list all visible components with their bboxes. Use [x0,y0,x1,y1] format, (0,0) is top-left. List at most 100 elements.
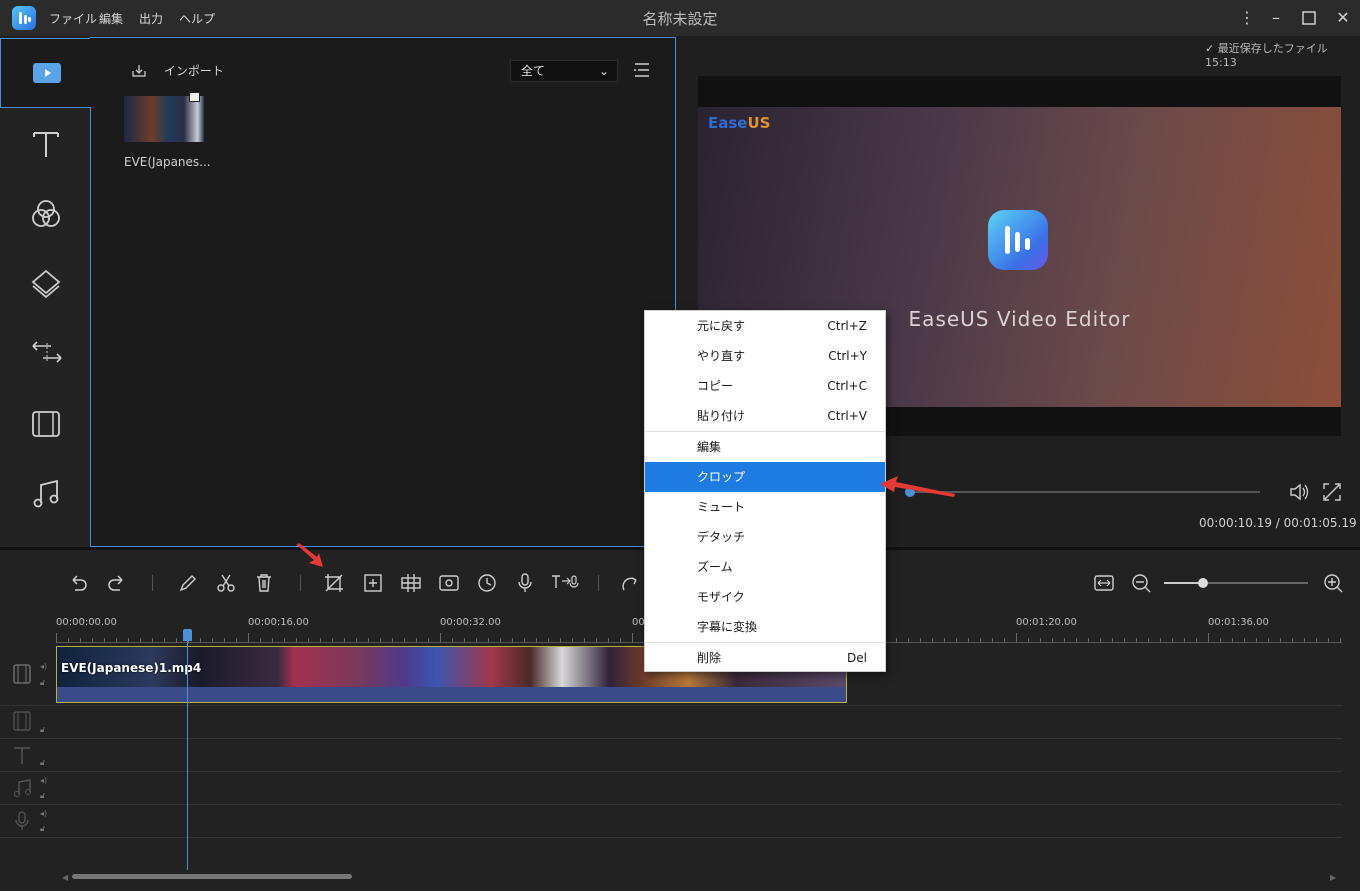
watermark-main: Ease [708,114,748,132]
sidebar-tab-text[interactable] [0,108,91,178]
ruler-tick-label: 00:00:00.00 [56,617,117,628]
ctx-redo[interactable]: やり直す Ctrl+Y [645,341,885,371]
ctx-label: デタッチ [697,530,746,544]
ctx-shortcut: Ctrl+V [827,409,867,423]
panel-border [90,107,91,547]
ctx-paste[interactable]: 貼り付け Ctrl+V [645,401,885,431]
film-icon [32,411,60,437]
import-button[interactable]: インポート [130,62,224,82]
playback-progress[interactable] [910,491,1260,493]
edit-pencil-icon[interactable] [177,572,199,594]
media-filter-select[interactable]: 全て ⌄ [510,60,618,82]
zoom-slider-handle[interactable] [1197,578,1208,588]
sidebar-tab-music[interactable] [0,458,91,528]
sidebar-tab-filters[interactable] [0,178,91,248]
scroll-right-icon[interactable]: ▶ [1330,873,1336,882]
freeze-frame-icon[interactable] [438,572,460,594]
crop-icon[interactable] [323,572,345,594]
duration-icon[interactable] [476,572,498,594]
menu-file[interactable]: ファイル [49,10,97,27]
more-options-icon[interactable]: ⋮ [1235,6,1259,30]
ctx-shortcut: Del [847,651,867,665]
list-view-icon[interactable] [633,62,651,81]
menu-export[interactable]: 出力 [139,10,163,27]
ctx-mute[interactable]: ミュート [645,492,885,522]
ctx-subtitles[interactable]: 字幕に変換 [645,612,885,642]
playhead-handle[interactable] [183,629,192,641]
fit-timeline-icon[interactable] [1093,572,1115,594]
playhead-line[interactable] [187,636,188,870]
layers-icon [31,269,61,299]
close-button[interactable]: ✕ [1331,6,1355,30]
ctx-undo[interactable]: 元に戻す Ctrl+Z [645,311,885,341]
transitions-icon [32,341,62,363]
zoom-frame-icon[interactable] [362,572,384,594]
sidebar-tab-transitions[interactable] [0,318,91,388]
speech-to-text-icon[interactable] [550,572,580,594]
track-divider [0,837,1342,838]
ctx-crop[interactable]: クロップ [645,462,885,492]
lock-icon[interactable]: 🔓︎ [40,678,50,688]
music-track-icon [12,778,32,798]
ctx-label: 貼り付け [697,409,746,423]
mosaic-icon[interactable] [400,572,422,594]
delete-icon[interactable] [253,572,275,594]
chevron-down-icon: ⌄ [598,64,609,78]
toolbar-separator [598,575,599,591]
ctx-label: クロップ [697,470,746,484]
lock-icon[interactable]: 🔓︎ [40,758,50,768]
volume-small-icon[interactable]: ◂) [40,662,50,672]
lock-icon[interactable]: 🔓︎ [40,791,50,801]
video-app-logo-icon [988,210,1048,270]
undo-icon[interactable] [67,572,89,594]
volume-small-icon[interactable]: ◂) [40,809,50,819]
cut-icon[interactable] [215,572,237,594]
track-divider [0,771,1342,772]
menu-edit[interactable]: 編集 [99,10,123,27]
sidebar-tab-media[interactable] [0,38,91,108]
ctx-detach[interactable]: デタッチ [645,522,885,552]
scroll-left-icon[interactable]: ◀ [62,873,68,882]
track-divider [0,705,1342,706]
track-divider [0,738,1342,739]
ctx-zoom[interactable]: ズーム [645,552,885,582]
ctx-delete[interactable]: 削除 Del [645,643,885,673]
lock-icon[interactable]: 🔓︎ [40,725,50,735]
app-logo-icon [12,6,36,30]
fullscreen-icon[interactable] [1322,482,1342,505]
toolbar-separator [300,575,301,591]
menu-help[interactable]: ヘルプ [179,10,215,27]
media-thumbnail[interactable] [124,96,204,142]
ctx-shortcut: Ctrl+C [827,379,867,393]
ctx-copy[interactable]: コピー Ctrl+C [645,371,885,401]
volume-icon[interactable] [1288,482,1310,505]
maximize-button[interactable] [1297,6,1321,30]
ruler-tick-label: 00:00:16.00 [248,617,309,628]
sidebar-tab-overlays[interactable] [0,248,91,318]
export-share-icon[interactable] [620,572,642,594]
check-circle-icon: ✓ [1205,42,1215,55]
ctx-label: 削除 [697,651,722,665]
text-icon [33,132,59,157]
horizontal-scrollbar[interactable] [72,874,352,879]
volume-small-icon[interactable]: ◂) [40,776,50,786]
zoom-out-icon[interactable] [1130,572,1152,594]
ctx-label: ミュート [697,500,746,514]
ctx-label: 編集 [697,440,722,454]
annotation-arrow [297,543,323,567]
ctx-mosaic[interactable]: モザイク [645,582,885,612]
redo-icon[interactable] [106,572,128,594]
lock-icon[interactable]: 🔓︎ [40,824,50,834]
ctx-label: 字幕に変換 [697,620,758,634]
ctx-label: モザイク [697,590,745,604]
minimize-button[interactable]: – [1264,6,1288,30]
sidebar-tab-elements[interactable] [0,388,91,458]
video-track-icon [12,664,32,684]
toolbar-separator [152,575,153,591]
ctx-edit[interactable]: 編集 [645,432,885,462]
import-label: インポート [163,64,224,78]
timecode: 00:00:10.19 / 00:01:05.19 [1199,516,1357,530]
zoom-in-icon[interactable] [1322,572,1344,594]
microphone-icon[interactable] [514,572,536,594]
filter-value: 全て [521,64,546,78]
